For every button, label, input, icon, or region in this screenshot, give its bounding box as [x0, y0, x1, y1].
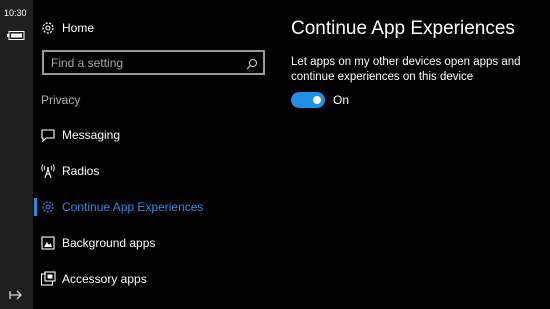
nav-item-accessory-apps[interactable]: Accessory apps [33, 262, 268, 296]
gear-icon [40, 199, 56, 215]
search-box[interactable] [42, 50, 265, 75]
nav-item-label: Continue App Experiences [62, 200, 204, 214]
content-pane: Continue App Experiences Let apps on my … [291, 0, 546, 309]
nav-item-radios[interactable]: Radios [33, 154, 268, 188]
nav-item-label: Background apps [62, 236, 156, 250]
nav-item-label: Accessory apps [62, 272, 147, 286]
nav-item-label: Messaging [62, 128, 121, 142]
battery-icon [7, 27, 25, 45]
nav-item-label: Radios [62, 164, 100, 178]
accessory-apps-icon [40, 271, 56, 287]
nav-item-background-apps[interactable]: Background apps [33, 226, 268, 260]
toggle-knob [313, 96, 321, 104]
clock: 10:30 [4, 8, 27, 18]
nav-item-messaging[interactable]: Messaging [33, 118, 268, 152]
app-switcher-icon[interactable] [9, 288, 23, 306]
radio-tower-icon [40, 163, 56, 179]
gear-icon [40, 20, 56, 36]
selection-indicator [34, 198, 37, 216]
search-input[interactable] [51, 55, 241, 71]
nav-home[interactable]: Home [33, 11, 268, 45]
status-bar: 10:30 [0, 0, 33, 309]
page-title: Continue App Experiences [291, 18, 515, 39]
nav-item-continue-app-experiences[interactable]: Continue App Experiences [33, 190, 268, 224]
setting-description: Let apps on my other devices open apps a… [291, 56, 521, 83]
section-header: Privacy [41, 93, 81, 107]
navigation-pane: Home Privacy Messaging Radios [33, 0, 273, 309]
nav-home-label: Home [62, 21, 95, 35]
background-apps-icon [40, 235, 56, 251]
toggle-state-label: On [333, 93, 350, 107]
message-icon [40, 127, 56, 143]
search-icon[interactable] [246, 57, 258, 75]
continue-experiences-toggle[interactable] [291, 92, 325, 108]
